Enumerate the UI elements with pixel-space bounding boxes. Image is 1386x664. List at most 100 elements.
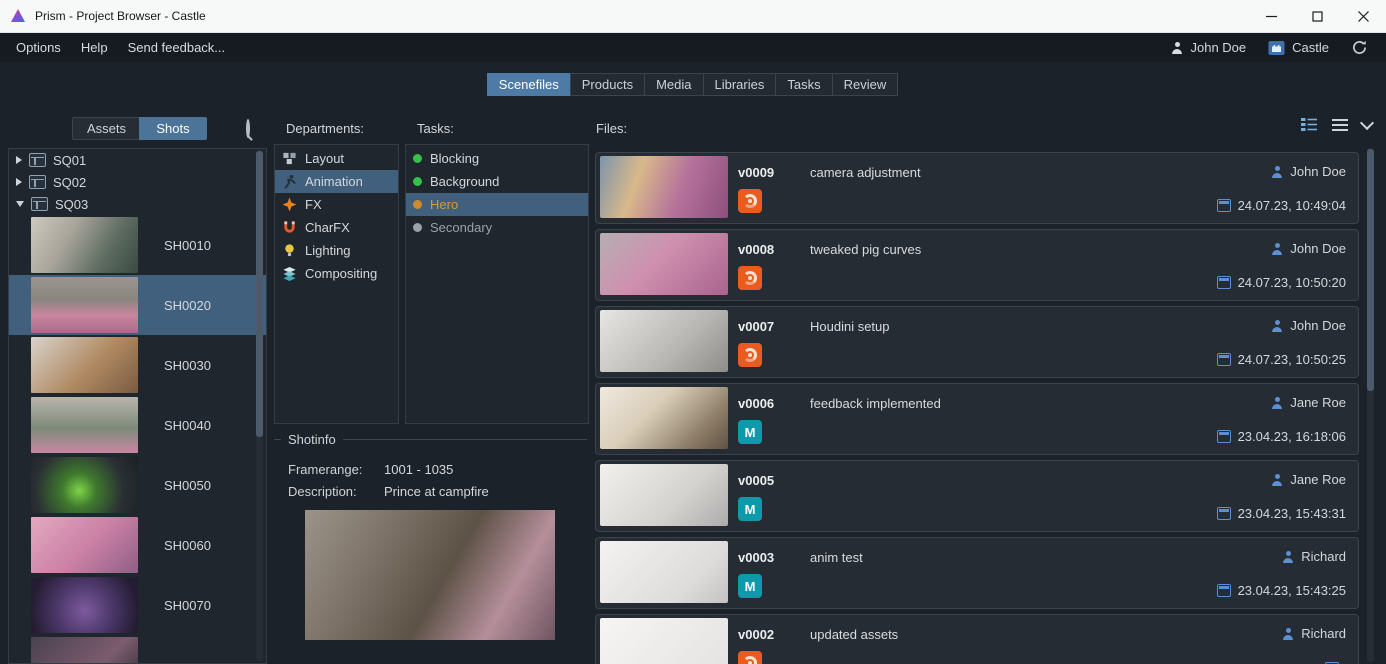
calendar-icon [1217,507,1231,520]
task-item-blocking[interactable]: Blocking [406,147,588,170]
shot-item-sh0010[interactable]: SH0010 [9,215,266,275]
assets-toggle-label: Assets [87,121,126,136]
project-chip[interactable]: Castle [1268,40,1329,56]
search-button[interactable] [246,121,250,136]
tree-scrollbar-thumb[interactable] [256,151,263,437]
shot-item-sh0020[interactable]: SH0020 [9,275,266,335]
main-tabbar: Scenefiles Products Media Libraries Task… [0,73,1386,96]
menu-options[interactable]: Options [6,40,71,55]
maya-icon: M [738,420,762,444]
maya-letter: M [745,425,756,440]
maximize-icon [1312,11,1323,22]
detail-view-icon[interactable] [1300,117,1318,132]
department-label: FX [305,197,322,212]
tab-media[interactable]: Media [644,73,703,96]
user-chip[interactable]: John Doe [1171,40,1246,55]
file-thumbnail [600,156,728,218]
file-row-v0002[interactable]: v0002 updated assets Richard [595,614,1359,664]
task-item-secondary[interactable]: Secondary [406,216,588,239]
file-row-v0007[interactable]: v0007 Houdini setup John Doe 24.07.23, 1… [595,306,1359,378]
calendar-icon [1217,276,1231,289]
tab-label: Libraries [715,77,765,92]
charfx-icon [282,220,297,235]
department-item-layout[interactable]: Layout [275,147,398,170]
department-item-compositing[interactable]: Compositing [275,262,398,285]
tab-scenefiles[interactable]: Scenefiles [487,73,571,96]
tab-label: Tasks [787,77,820,92]
maya-letter: M [745,502,756,517]
tab-tasks[interactable]: Tasks [775,73,832,96]
sequence-label: SQ01 [53,153,86,168]
shot-item-sh0070[interactable]: SH0070 [9,575,266,635]
file-row-v0005[interactable]: v0005 M Jane Roe 23.04.23, 15:43:31 [595,460,1359,532]
shot-item-sh0060[interactable]: SH0060 [9,515,266,575]
assets-toggle-button[interactable]: Assets [72,117,141,140]
shot-label: SH0050 [164,478,211,493]
shot-label: SH0020 [164,298,211,313]
tree-scrollbar[interactable] [256,150,263,661]
collapse-arrow-icon[interactable] [16,201,24,207]
department-label: CharFX [305,220,350,235]
files-scrollbar[interactable] [1367,148,1374,662]
user-icon [1271,166,1283,178]
tab-review[interactable]: Review [832,73,899,96]
file-version: v0009 [738,165,774,180]
file-row-v0006[interactable]: v0006 M feedback implemented Jane Roe 23… [595,383,1359,455]
refresh-icon[interactable] [1351,39,1368,56]
file-comment: Houdini setup [810,319,890,334]
minimize-button[interactable] [1248,0,1294,32]
user-name: John Doe [1190,40,1246,55]
shots-toggle-button[interactable]: Shots [139,117,207,140]
file-row-v0009[interactable]: v0009 camera adjustment John Doe 24.07.2… [595,152,1359,224]
chevron-down-icon[interactable] [1360,115,1374,129]
status-dot-icon [413,223,422,232]
sequence-item-sq01[interactable]: SQ01 [9,149,266,171]
user-icon [1282,551,1294,563]
tab-libraries[interactable]: Libraries [703,73,777,96]
project-name: Castle [1292,40,1329,55]
sequence-label: SQ03 [55,197,88,212]
shot-thumbnail [31,217,138,273]
shot-tree: SQ01 SQ02 SQ03 SH0010 SH0020 SH0030 SH00… [8,148,267,664]
file-user: Richard [1301,549,1346,564]
expand-arrow-icon[interactable] [16,178,22,186]
sequence-item-sq02[interactable]: SQ02 [9,171,266,193]
shot-item-sh0030[interactable]: SH0030 [9,335,266,395]
files-scrollbar-thumb[interactable] [1367,149,1374,391]
department-item-lighting[interactable]: Lighting [275,239,398,262]
file-comment: anim test [810,550,863,565]
user-icon [1271,320,1283,332]
sequence-item-sq03[interactable]: SQ03 [9,193,266,215]
file-date: 24.07.23, 10:50:25 [1238,352,1346,367]
tab-products[interactable]: Products [570,73,645,96]
maximize-button[interactable] [1294,0,1340,32]
user-icon [1171,42,1183,54]
department-item-fx[interactable]: FX [275,193,398,216]
prism-logo-icon [10,8,26,24]
file-comment: feedback implemented [810,396,941,411]
shot-item-sh0040[interactable]: SH0040 [9,395,266,455]
shotinfo-title: Shotinfo [288,432,336,447]
department-item-animation[interactable]: Animation [275,170,398,193]
task-label: Hero [430,197,458,212]
task-item-hero[interactable]: Hero [406,193,588,216]
file-version: v0007 [738,319,774,334]
maya-letter: M [745,579,756,594]
shot-thumbnail [31,337,138,393]
department-label: Compositing [305,266,377,281]
close-button[interactable] [1340,0,1386,32]
department-item-charfx[interactable]: CharFX [275,216,398,239]
menu-help[interactable]: Help [71,40,118,55]
shot-item-sh0050[interactable]: SH0050 [9,455,266,515]
shot-thumbnail [31,457,138,513]
file-row-v0008[interactable]: v0008 tweaked pig curves John Doe 24.07.… [595,229,1359,301]
task-item-background[interactable]: Background [406,170,588,193]
menu-send-feedback[interactable]: Send feedback... [118,40,236,55]
task-label: Blocking [430,151,479,166]
shot-item-partial[interactable] [9,635,266,664]
fx-icon [282,197,297,212]
list-view-icon[interactable] [1332,119,1348,131]
file-row-v0003[interactable]: v0003 M anim test Richard 23.04.23, 15:4… [595,537,1359,609]
expand-arrow-icon[interactable] [16,156,22,164]
lighting-icon [282,243,297,258]
